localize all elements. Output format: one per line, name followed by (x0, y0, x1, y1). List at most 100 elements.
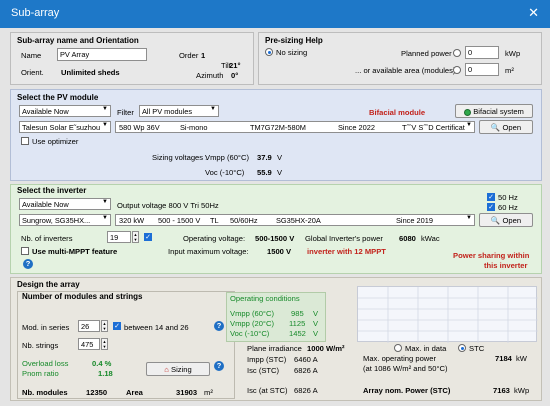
area-label: ... or available area (modules) (355, 66, 456, 75)
pv-module-header: Select the PV module (17, 93, 99, 102)
module-availability-select[interactable]: Available Now ▼ (19, 105, 111, 117)
mod-series-input[interactable]: 26 (78, 320, 100, 332)
max-op-power-label: Max. operating power (363, 354, 437, 363)
subarray-header: Sub-array name and Orientation (17, 36, 139, 45)
stc-radio[interactable] (458, 344, 466, 352)
design-header: Design the array (17, 280, 80, 289)
max-op-power-unit: kW (516, 354, 527, 363)
inverter-freq: 50/60Hz (230, 216, 258, 225)
module-availability-value: Available Now (22, 107, 69, 116)
output-voltage: Output voltage 800 V Tri 50Hz (117, 201, 219, 210)
module-model-select[interactable]: 580 Wp 36V Si-mono TM7G72M-580M Since 20… (115, 121, 475, 133)
array-nom-value: 7163 (493, 386, 510, 395)
planned-power-radio[interactable] (453, 49, 461, 57)
filter-label: Filter (117, 108, 134, 117)
presizing-panel: Pre-sizing Help No sizing Planned power … (258, 32, 542, 85)
chevron-down-icon: ▼ (466, 122, 472, 128)
azimuth-value: 0° (231, 71, 239, 80)
hz50-checkbox[interactable]: ✓ (487, 193, 495, 201)
name-input[interactable]: PV Array (57, 48, 147, 61)
hz50-label: 50 Hz (498, 193, 518, 202)
isc-at-stc-value: 6826 A (294, 386, 318, 395)
pnom-label: Pnom ratio (22, 369, 59, 378)
question-icon[interactable]: ? (23, 259, 33, 269)
plane-irradiance-label: Plane irradiance (247, 344, 302, 353)
chart-icon: ⌂ (164, 365, 169, 374)
orient-label: Orient. (21, 68, 44, 77)
isc-label: Isc (STC) (247, 366, 280, 375)
plane-irradiance-value: 1000 W/m² (307, 344, 345, 353)
sizing-label: Sizing (171, 365, 192, 374)
sizing-graph (357, 286, 538, 343)
power-sharing-line1: Power sharing within (453, 251, 530, 260)
chevron-down-icon: ▼ (102, 199, 108, 205)
vmpp-value: 37.9 (257, 153, 272, 162)
use-optimizer-label: Use optimizer (32, 137, 79, 146)
area-radio[interactable] (453, 66, 461, 74)
bifacial-system-button[interactable]: Bifacial system (455, 104, 533, 118)
op-row-value: 1452 (289, 329, 306, 338)
isc-value: 6826 A (294, 366, 318, 375)
op-row-value: 985 (291, 309, 304, 318)
close-icon[interactable]: ✕ (528, 5, 539, 21)
azimuth-label: Azimuth (196, 71, 224, 80)
title-bar: Sub-array ✕ (0, 0, 550, 28)
nb-strings-input[interactable]: 475 (78, 338, 100, 350)
inverter-availability-select[interactable]: Available Now ▼ (19, 198, 111, 210)
module-filter-select[interactable]: All PV modules ▼ (139, 105, 219, 117)
inverter-model-select[interactable]: 320 kW 500 - 1500 V TL 50/60Hz SG35HX-20… (115, 214, 475, 226)
nb-inverters-spinner[interactable]: ▲ ▼ (132, 231, 139, 243)
overload-label: Overload loss (22, 359, 69, 368)
chevron-down-icon: ▼ (102, 215, 108, 221)
hz60-checkbox[interactable]: ✓ (487, 203, 495, 211)
area-unit: m² (505, 66, 514, 75)
nb-inverters-checkbox[interactable]: ✓ (144, 233, 152, 241)
global-power-label: Global Inverter's power (305, 234, 383, 243)
area-input[interactable]: 0 (465, 63, 499, 76)
question-icon[interactable]: ? (214, 361, 224, 371)
module-cert: T˝ˆV S˝ˆD Certificat (402, 123, 465, 132)
bifacial-system-label: Bifacial system (473, 107, 524, 116)
voc-label: Voc (-10°C) (205, 168, 245, 177)
magnifier-icon: 🔍 (490, 123, 501, 132)
operating-voltage-label: Operating voltage: (183, 234, 246, 243)
question-icon[interactable]: ? (214, 321, 224, 331)
pnom-value: 1.18 (98, 369, 113, 378)
no-sizing-label: No sizing (276, 48, 308, 57)
design-panel: Design the array Number of modules and s… (10, 277, 542, 401)
nb-inverters-input[interactable]: 19 (107, 231, 131, 243)
planned-power-label: Planned power (401, 49, 452, 58)
nb-strings-spinner[interactable]: ▲ ▼ (101, 338, 108, 350)
no-sizing-radio[interactable] (265, 48, 273, 56)
stc-label: STC (469, 344, 485, 353)
nb-inverters-label: Nb. of inverters (21, 234, 73, 243)
max-in-data-label: Max. in data (405, 344, 447, 353)
use-optimizer-checkbox[interactable] (21, 137, 29, 145)
inverter-header: Select the inverter (17, 186, 87, 195)
mppt-note: inverter with 12 MPPT (307, 247, 386, 256)
tilt-value: 21° (229, 61, 241, 70)
module-tech: Si-mono (180, 123, 208, 132)
max-op-power-value: 7184 (495, 354, 512, 363)
inverter-manufacturer-select[interactable]: Sungrow, SG35HX... ▼ (19, 214, 111, 226)
sizing-button[interactable]: ⌂ Sizing (146, 362, 210, 376)
bifacial-label: Bifacial module (369, 108, 426, 117)
inverter-open-label: Open (502, 216, 522, 225)
op-row-value: 1125 (289, 319, 306, 328)
mod-series-spinner[interactable]: ▲ ▼ (101, 320, 108, 332)
area-value: 31903 (176, 388, 198, 397)
between-checkbox[interactable]: ✓ (113, 322, 121, 330)
mod-series-label: Mod. in series (22, 323, 70, 332)
inverter-open-button[interactable]: 🔍 Open (479, 213, 533, 227)
input-max-voltage-label: Input maximum voltage: (168, 247, 249, 256)
modules-strings-panel: Number of modules and strings Mod. in se… (17, 291, 235, 399)
module-manufacturer-select[interactable]: Talesun Solar Ε˜suzhou ▼ (19, 121, 111, 133)
planned-power-input[interactable]: 0 (465, 46, 499, 59)
max-in-data-radio[interactable] (394, 344, 402, 352)
array-nom-unit: kWp (514, 386, 530, 395)
module-open-button[interactable]: 🔍 Open (479, 120, 533, 134)
global-power-unit: kWac (421, 234, 440, 243)
module-open-label: Open (502, 123, 522, 132)
isc-at-stc-label: Isc (at STC) (247, 386, 288, 395)
multi-mppt-checkbox[interactable] (21, 247, 29, 255)
